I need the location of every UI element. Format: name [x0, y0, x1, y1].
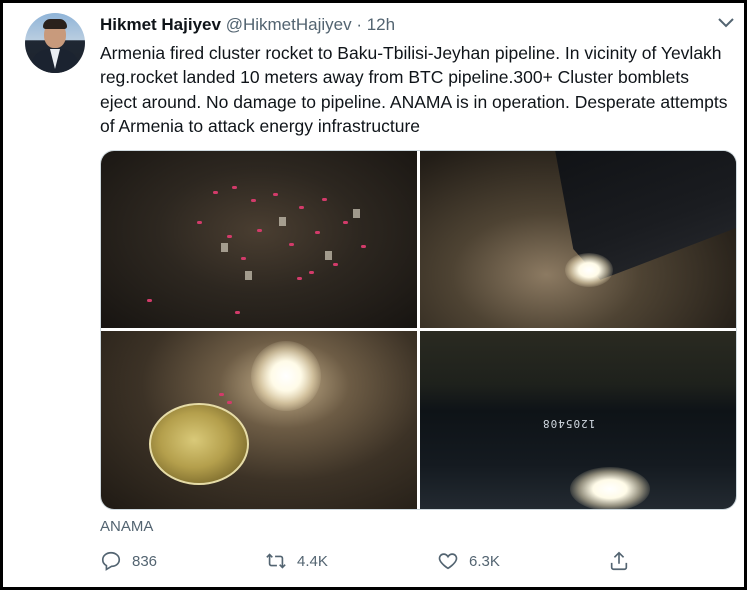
tweet-card: Hikmet Hajiyev @HikmetHajiyev · 12h Arme…: [0, 0, 747, 590]
reply-button[interactable]: 836: [100, 550, 157, 572]
author-handle[interactable]: @HikmetHajiyev: [226, 15, 352, 34]
avatar-hair: [43, 19, 67, 29]
avatar[interactable]: [25, 13, 85, 73]
media-caption: ANAMA: [100, 518, 154, 535]
retweet-icon: [266, 553, 286, 569]
heart-icon: [438, 553, 458, 570]
tweet-time[interactable]: 12h: [367, 15, 395, 34]
photo-pipeline[interactable]: 1205408: [420, 331, 736, 509]
like-button[interactable]: 6.3K: [437, 550, 500, 572]
chevron-down-icon[interactable]: [716, 15, 736, 31]
reply-count: 836: [132, 552, 158, 570]
photo-bomblets[interactable]: [101, 151, 417, 328]
share-button[interactable]: [608, 550, 630, 572]
share-icon: [610, 551, 628, 571]
like-count: 6.3K: [469, 552, 500, 570]
author-name[interactable]: Hikmet Hajiyev: [100, 15, 221, 34]
tweet-actions: 836 4.4K 6.3K: [100, 550, 730, 578]
retweet-button[interactable]: 4.4K: [265, 550, 328, 572]
reply-icon: [101, 551, 121, 571]
tweet-header: Hikmet Hajiyev @HikmetHajiyev · 12h: [100, 15, 395, 35]
debris-casing: [555, 151, 736, 280]
photo-disc-fragment[interactable]: [101, 331, 417, 509]
photo-rocket-debris[interactable]: [420, 151, 736, 328]
separator-dot: ·: [356, 15, 362, 34]
brass-disc: [149, 403, 249, 485]
tweet-text: Armenia fired cluster rocket to Baku-Tbi…: [100, 43, 728, 136]
media-grid: 1205408: [100, 150, 737, 510]
pipe-marking: 1205408: [542, 417, 596, 430]
retweet-count: 4.4K: [297, 552, 328, 570]
